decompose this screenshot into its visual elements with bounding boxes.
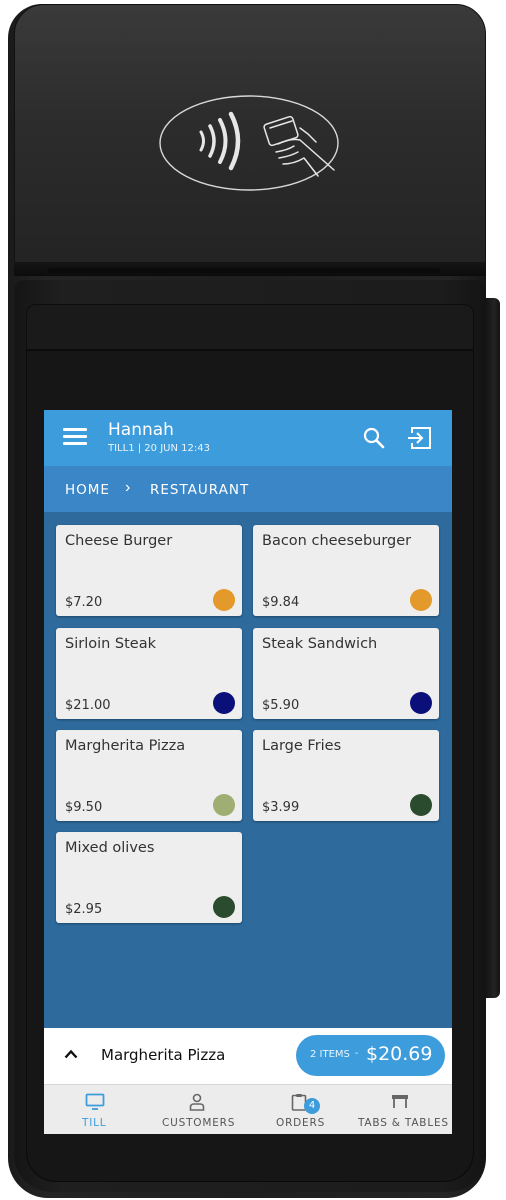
basket-last-item: Margherita Pizza (101, 1046, 226, 1064)
basket-bar: Margherita Pizza 2 ITEMS - $20.69 (44, 1028, 452, 1084)
receipt-slot (48, 268, 440, 273)
basket-separator: - (355, 1048, 359, 1059)
bottom-navigation: TILL CUSTOMERS 4 ORDERS TABS & TABLES (44, 1084, 452, 1134)
category-color-dot (410, 692, 432, 714)
product-name: Margherita Pizza (65, 738, 186, 754)
logout-icon[interactable] (407, 425, 433, 451)
nav-customers[interactable]: CUSTOMERS (146, 1085, 248, 1134)
checkout-total-button[interactable]: 2 ITEMS - $20.69 (296, 1035, 445, 1076)
product-card-mixed-olives[interactable]: Mixed olives $2.95 (56, 832, 242, 923)
product-name: Large Fries (262, 738, 342, 754)
breadcrumb-restaurant[interactable]: RESTAURANT (150, 482, 249, 498)
product-price: $2.95 (65, 902, 103, 917)
product-name: Mixed olives (65, 840, 155, 856)
product-card-sirloin-steak[interactable]: Sirloin Steak $21.00 (56, 628, 242, 719)
product-name: Cheese Burger (65, 533, 173, 549)
app-bar: Hannah TILL1 | 20 JUN 12:43 (44, 410, 452, 466)
product-card-bacon-cheeseburger[interactable]: Bacon cheeseburger $9.84 (253, 525, 439, 616)
monitor-icon (85, 1093, 105, 1110)
search-icon[interactable] (362, 426, 386, 450)
nav-tabs-tables-label: TABS & TABLES (358, 1117, 449, 1129)
product-price: $21.00 (65, 698, 111, 713)
nav-tabs-tables[interactable]: TABS & TABLES (350, 1085, 452, 1134)
product-price: $5.90 (262, 698, 300, 713)
product-card-margherita-pizza[interactable]: Margherita Pizza $9.50 (56, 730, 242, 821)
screen: Hannah TILL1 | 20 JUN 12:43 HOME › RESTA… (44, 410, 452, 1134)
product-price: $3.99 (262, 800, 300, 815)
product-card-large-fries[interactable]: Large Fries $3.99 (253, 730, 439, 821)
nav-till[interactable]: TILL (44, 1085, 146, 1134)
hamburger-menu-icon[interactable] (63, 428, 87, 448)
category-color-dot (213, 589, 235, 611)
side-button (486, 298, 500, 998)
basket-items-count: 2 ITEMS (310, 1049, 350, 1060)
breadcrumb-separator: › (125, 479, 131, 496)
chevron-up-icon[interactable] (64, 1049, 78, 1059)
product-price: $9.50 (65, 800, 103, 815)
category-color-dot (410, 589, 432, 611)
product-name: Bacon cheeseburger (262, 533, 412, 549)
contactless-payment-icon (159, 95, 339, 191)
product-card-cheese-burger[interactable]: Cheese Burger $7.20 (56, 525, 242, 616)
category-color-dot (213, 692, 235, 714)
category-color-dot (213, 896, 235, 918)
product-card-steak-sandwich[interactable]: Steak Sandwich $5.90 (253, 628, 439, 719)
product-price: $7.20 (65, 595, 103, 610)
upper-panel (26, 304, 474, 350)
category-color-dot (410, 794, 432, 816)
product-price: $9.84 (262, 595, 300, 610)
user-name: Hannah (108, 420, 174, 440)
nav-till-label: TILL (82, 1117, 107, 1129)
table-icon (392, 1095, 408, 1108)
breadcrumb-home[interactable]: HOME (65, 482, 110, 498)
orders-badge: 4 (304, 1098, 320, 1114)
category-color-dot (213, 794, 235, 816)
breadcrumb: HOME › RESTAURANT (44, 466, 452, 512)
nav-customers-label: CUSTOMERS (162, 1117, 236, 1129)
product-name: Steak Sandwich (262, 636, 378, 652)
product-name: Sirloin Steak (65, 636, 157, 652)
nav-orders[interactable]: 4 ORDERS (248, 1085, 350, 1134)
nav-orders-label: ORDERS (276, 1117, 326, 1129)
person-icon (189, 1093, 205, 1111)
basket-total: $20.69 (366, 1043, 433, 1065)
till-info: TILL1 | 20 JUN 12:43 (108, 443, 210, 454)
